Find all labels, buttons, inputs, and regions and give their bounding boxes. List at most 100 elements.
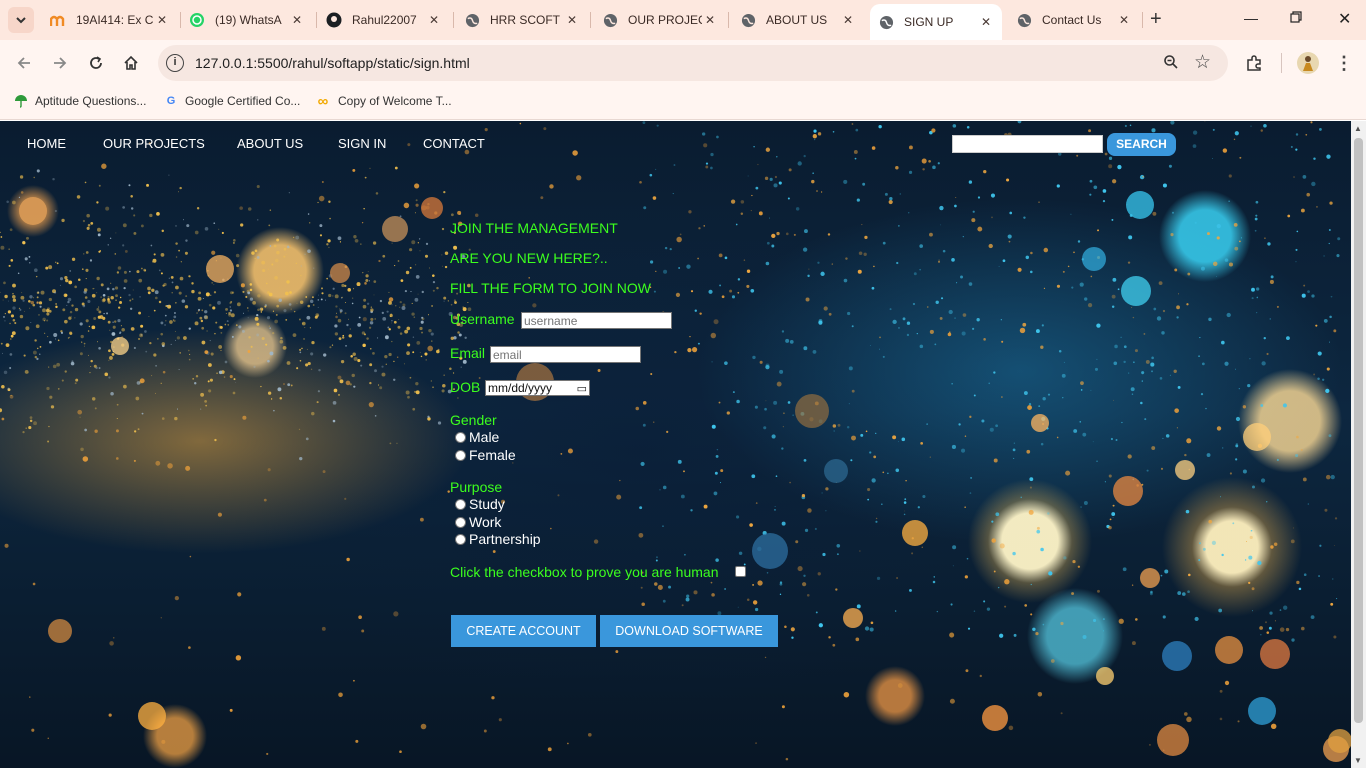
bokeh-dot <box>184 251 188 255</box>
home-button[interactable] <box>121 53 141 73</box>
bookmark-copy-of-welcome[interactable]: ∞ Copy of Welcome T... <box>315 93 452 110</box>
bokeh-dot <box>211 282 213 284</box>
bokeh-dot <box>148 315 150 317</box>
bokeh-dot <box>843 179 848 184</box>
bokeh-dot <box>39 305 42 308</box>
zoom-icon[interactable] <box>1163 54 1179 74</box>
extensions-button[interactable] <box>1244 53 1264 73</box>
tab-sign-up[interactable]: SIGN UP ✕ <box>870 4 1002 40</box>
create-account-button[interactable]: CREATE ACCOUNT <box>451 615 596 647</box>
close-icon[interactable]: ✕ <box>978 15 994 29</box>
bookmark-google-certified[interactable]: G Google Certified Co... <box>164 94 301 108</box>
radio-female[interactable] <box>455 449 466 461</box>
bookmark-star-icon[interactable]: ☆ <box>1194 51 1211 74</box>
address-bar[interactable]: i 127.0.0.1:5500/rahul/softapp/static/si… <box>158 45 1228 81</box>
radio-work[interactable] <box>455 516 466 528</box>
radio-male[interactable] <box>455 431 466 443</box>
close-icon[interactable]: ✕ <box>154 13 170 27</box>
close-icon[interactable]: ✕ <box>1116 13 1132 27</box>
tab-search-button[interactable] <box>8 7 34 33</box>
scrollbar-thumb[interactable] <box>1354 138 1363 723</box>
nav-contact[interactable]: CONTACT <box>423 136 485 151</box>
bookmark-aptitude[interactable]: Aptitude Questions... <box>14 94 146 108</box>
bokeh-dot <box>1333 544 1335 546</box>
bokeh-dot <box>698 227 701 230</box>
tab-hrr-scoft[interactable]: HRR SCOFT ✕ <box>456 6 588 34</box>
dob-date-input[interactable]: mm/dd/yyyy ▭ <box>485 380 590 396</box>
purpose-option-work[interactable]: Work <box>455 514 501 530</box>
scroll-down-arrow-icon[interactable]: ▼ <box>1354 756 1362 765</box>
bokeh-dot <box>940 224 942 226</box>
bokeh-dot <box>951 382 953 385</box>
nav-our-projects[interactable]: OUR PROJECTS <box>103 136 205 151</box>
tab-contact-us[interactable]: Contact Us ✕ <box>1008 6 1140 34</box>
human-checkbox[interactable] <box>735 566 746 577</box>
nav-about-us[interactable]: ABOUT US <box>237 136 303 151</box>
reload-button[interactable] <box>86 53 106 73</box>
minimize-button[interactable]: — <box>1244 10 1258 26</box>
bokeh-dot <box>1058 349 1062 353</box>
close-icon[interactable]: ✕ <box>564 13 580 27</box>
search-button[interactable]: SEARCH <box>1107 133 1176 156</box>
close-icon[interactable]: ✕ <box>702 13 718 27</box>
close-window-button[interactable]: ✕ <box>1338 9 1351 29</box>
restore-button[interactable] <box>1290 10 1302 26</box>
username-input[interactable] <box>521 312 672 329</box>
radio-study[interactable] <box>455 498 466 510</box>
bokeh-dot <box>1131 641 1136 646</box>
email-input[interactable] <box>490 346 641 363</box>
gender-option-female[interactable]: Female <box>455 447 516 463</box>
bokeh-dot <box>111 337 129 355</box>
close-icon[interactable]: ✕ <box>426 13 442 27</box>
close-icon[interactable]: ✕ <box>840 13 856 27</box>
bokeh-dot <box>36 347 39 350</box>
nav-sign-in[interactable]: SIGN IN <box>338 136 386 151</box>
bokeh-dot <box>1254 217 1258 221</box>
calendar-icon[interactable]: ▭ <box>577 382 587 396</box>
bokeh-dot <box>666 430 669 434</box>
download-software-button[interactable]: DOWNLOAD SOFTWARE <box>600 615 778 647</box>
nav-home[interactable]: HOME <box>27 136 66 151</box>
bokeh-dot <box>1084 297 1088 301</box>
purpose-option-study[interactable]: Study <box>455 496 505 512</box>
tab-about-us[interactable]: ABOUT US ✕ <box>732 6 864 34</box>
bokeh-dot <box>99 250 102 252</box>
search-input[interactable] <box>952 135 1103 153</box>
scroll-up-arrow-icon[interactable]: ▲ <box>1354 124 1362 133</box>
bokeh-dot <box>450 213 454 217</box>
bokeh-dot <box>108 376 111 379</box>
bokeh-dot <box>194 321 199 326</box>
bokeh-dot <box>65 278 69 283</box>
bokeh-dot <box>9 338 12 340</box>
bokeh-dot <box>247 350 251 353</box>
url-text[interactable]: 127.0.0.1:5500/rahul/softapp/static/sign… <box>195 55 470 71</box>
page-scrollbar[interactable]: ▲ ▼ <box>1351 121 1366 768</box>
bokeh-dot <box>171 292 173 294</box>
tab-github[interactable]: Rahul22007 ✕ <box>318 6 450 34</box>
back-button[interactable] <box>14 53 34 73</box>
gender-option-male[interactable]: Male <box>455 429 499 445</box>
bokeh-dot <box>12 200 16 205</box>
tab-whatsapp[interactable]: (19) WhatsA ✕ <box>181 6 313 34</box>
bokeh-dot <box>132 289 134 291</box>
bokeh-dot <box>688 210 692 214</box>
bokeh-dot <box>1173 369 1177 373</box>
purpose-option-partnership[interactable]: Partnership <box>455 531 541 547</box>
bokeh-dot <box>785 338 790 343</box>
new-tab-button[interactable]: + <box>1150 8 1162 30</box>
radio-partnership[interactable] <box>455 533 466 545</box>
bokeh-dot <box>1270 723 1277 730</box>
bokeh-dot <box>99 315 104 319</box>
tab-our-projects[interactable]: OUR PROJEC ✕ <box>594 6 726 34</box>
bokeh-dot <box>36 291 40 295</box>
bokeh-dot <box>46 319 49 322</box>
bokeh-dot <box>731 295 736 299</box>
profile-avatar[interactable] <box>1297 52 1319 74</box>
forward-button[interactable] <box>50 53 70 73</box>
site-info-icon[interactable]: i <box>166 54 184 72</box>
bokeh-dot <box>1319 127 1322 131</box>
bokeh-dot <box>390 313 392 315</box>
close-icon[interactable]: ✕ <box>289 13 305 27</box>
tab-moodle[interactable]: 19AI414: Ex C ✕ <box>42 6 178 34</box>
menu-button[interactable]: ⋮ <box>1334 53 1354 73</box>
